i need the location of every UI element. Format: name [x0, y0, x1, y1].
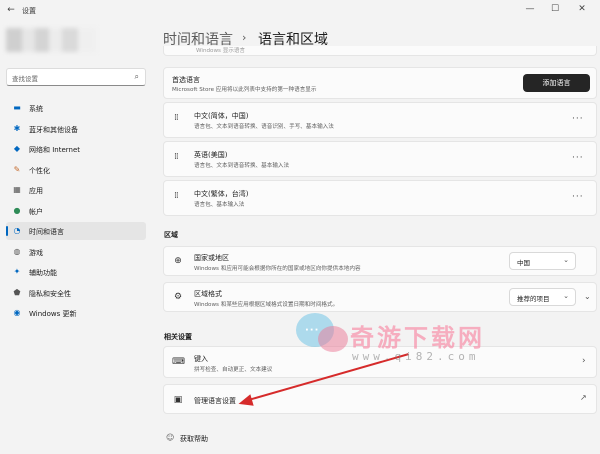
time-language-icon: ◔ — [13, 226, 21, 235]
more-options-icon[interactable]: ··· — [572, 192, 584, 202]
sidebar-item-label: Windows 更新 — [29, 310, 77, 318]
sidebar-item-label: 帐户 — [29, 207, 43, 216]
search-icon[interactable]: ⌕ — [135, 72, 139, 82]
watermark-url: www.qi82.com — [352, 350, 480, 363]
regional-format-value: 推荐的项目 — [517, 295, 550, 303]
regional-format-subtitle: Windows 和某些应用根据区域格式设置日期和时间格式。 — [194, 302, 339, 308]
get-help-link[interactable]: 获取帮助 — [180, 434, 208, 444]
active-indicator — [6, 226, 8, 236]
admin-language-settings-row[interactable]: ▣ 管理语言设置 ↗ — [163, 384, 597, 414]
language-name: 中文(繁体，台湾) — [194, 190, 249, 198]
more-options-icon[interactable]: ··· — [572, 153, 584, 163]
wifi-icon: ◆ — [13, 144, 21, 153]
sidebar-item-label: 网络和 Internet — [29, 146, 81, 154]
language-features: 语言包、文本到语音转换、语音识别、手写、基本输入法 — [194, 124, 334, 130]
language-row[interactable]: ⁞⁞ 英语(美国) 语言包、文本到语音转换、基本输入法 ··· — [163, 141, 597, 177]
sidebar-item[interactable]: ✱ 蓝牙和其他设备 — [6, 120, 146, 138]
sidebar-item[interactable]: ◉ Windows 更新 — [6, 304, 146, 322]
language-name: 英语(美国) — [194, 151, 228, 159]
sidebar-item[interactable]: ◆ 网络和 Internet — [6, 140, 146, 158]
preferred-languages-title: 首选语言 — [172, 76, 200, 84]
country-region-subtitle: Windows 和应用可能会根据你所在的国家或地区向你提供本地内容 — [194, 266, 361, 272]
display-language-card: Windows 显示语言 — [163, 46, 597, 56]
search-input[interactable]: 查找设置 ⌕ — [6, 68, 146, 86]
sidebar-item[interactable]: ▬ 系统 — [6, 99, 146, 117]
windows-update-icon: ◉ — [13, 308, 21, 317]
regional-format-icon: ⚙ — [173, 292, 183, 302]
globe-icon: ⊕ — [174, 256, 182, 266]
sidebar-item-label: 系统 — [29, 105, 43, 113]
account-avatar[interactable] — [6, 28, 96, 52]
regional-format-title: 区域格式 — [194, 290, 222, 298]
chevron-down-icon: ⌄ — [563, 292, 569, 300]
accounts-icon: ● — [13, 205, 21, 215]
sidebar-item[interactable]: ▦ 应用 — [6, 181, 146, 199]
accessibility-icon: ✦ — [13, 267, 21, 276]
region-section-label: 区域 — [164, 231, 178, 239]
sidebar-item-label: 时间和语言 — [29, 228, 64, 236]
privacy-icon: ⬟ — [13, 287, 21, 297]
maximize-button[interactable]: ☐ — [545, 2, 565, 16]
regional-format-row: ⚙ 区域格式 Windows 和某些应用根据区域格式设置日期和时间格式。 推荐的… — [163, 282, 597, 312]
sidebar-item[interactable]: ✦ 辅助功能 — [6, 263, 146, 281]
watermark-text: 奇游下载网 — [350, 324, 485, 352]
sidebar-item-label: 蓝牙和其他设备 — [29, 125, 78, 134]
sidebar-item[interactable]: ◍ 游戏 — [6, 243, 146, 261]
sidebar-item-label: 应用 — [29, 187, 43, 195]
admin-language-settings-title: 管理语言设置 — [194, 397, 236, 405]
apps-icon: ▦ — [13, 185, 21, 194]
search-placeholder: 查找设置 — [12, 75, 38, 83]
sidebar-item-label: 游戏 — [29, 248, 43, 257]
country-region-row: ⊕ 国家或地区 Windows 和应用可能会根据你所在的国家或地区向你提供本地内… — [163, 246, 597, 276]
related-settings-label: 相关设置 — [164, 333, 192, 341]
language-features: 语言包、文本到语音转换、基本输入法 — [194, 163, 290, 169]
breadcrumb-separator: › — [242, 31, 247, 44]
regional-format-dropdown[interactable]: 推荐的项目 ⌄ — [509, 288, 576, 306]
sidebar-item-label: 辅助功能 — [29, 269, 57, 277]
typing-title: 键入 — [194, 355, 208, 363]
more-options-icon[interactable]: ··· — [572, 114, 584, 124]
display-language-fragment: Windows 显示语言 — [196, 48, 246, 54]
add-language-button[interactable]: 添加语言 — [523, 74, 590, 92]
watermark-logo-accent — [318, 326, 348, 352]
minimize-button[interactable]: — — [520, 2, 540, 16]
help-icon: ☺ — [166, 433, 175, 442]
typing-subtitle: 拼写检查、自动更正、文本建议 — [194, 367, 273, 373]
country-region-dropdown[interactable]: 中国 ⌄ — [509, 252, 576, 270]
language-name: 中文(简体，中国) — [194, 112, 249, 120]
system-icon: ▬ — [13, 103, 21, 112]
chevron-right-icon: › — [582, 356, 586, 366]
back-arrow-icon[interactable]: ← — [5, 4, 17, 16]
title-bar: ← 设置 — ☐ ✕ — [0, 0, 600, 22]
language-row[interactable]: ⁞⁞ 中文(简体，中国) 语言包、文本到语音转换、语音识别、手写、基本输入法 ··· — [163, 102, 597, 138]
personalization-icon: ✎ — [13, 164, 21, 174]
drag-handle-icon[interactable]: ⁞⁞ — [174, 152, 179, 162]
keyboard-icon: ⌨ — [172, 357, 185, 367]
sidebar-item-label: 隐私和安全性 — [29, 289, 71, 298]
sidebar-item[interactable]: ⬟ 隐私和安全性 — [6, 284, 146, 302]
expand-chevron-icon[interactable]: ⌄ — [584, 292, 591, 301]
sidebar-item[interactable]: ● 帐户 — [6, 202, 146, 220]
app-title: 设置 — [22, 7, 36, 15]
drag-handle-icon[interactable]: ⁞⁞ — [174, 113, 179, 123]
language-row[interactable]: ⁞⁞ 中文(繁体，台湾) 语言包、基本输入法 ··· — [163, 180, 597, 216]
external-link-icon: ↗ — [580, 393, 587, 402]
country-region-value: 中国 — [517, 259, 530, 267]
sidebar-item-label: 个性化 — [29, 166, 50, 175]
country-region-title: 国家或地区 — [194, 254, 229, 262]
bluetooth-icon: ✱ — [13, 123, 21, 133]
watermark-logo-dots: ··· — [305, 325, 320, 336]
preferred-languages-subtitle: Microsoft Store 应用将以此列表中支持的第一种语言显示 — [172, 87, 317, 93]
close-button[interactable]: ✕ — [572, 2, 592, 16]
language-features: 语言包、基本输入法 — [194, 202, 245, 208]
chevron-down-icon: ⌄ — [563, 256, 569, 264]
sidebar-item[interactable]: ◔ 时间和语言 — [6, 222, 146, 240]
preferred-languages-card: 首选语言 Microsoft Store 应用将以此列表中支持的第一种语言显示 … — [163, 67, 597, 99]
gaming-icon: ◍ — [13, 246, 21, 256]
drag-handle-icon[interactable]: ⁞⁞ — [174, 191, 179, 201]
sidebar-item[interactable]: ✎ 个性化 — [6, 161, 146, 179]
admin-settings-icon: ▣ — [173, 395, 183, 405]
